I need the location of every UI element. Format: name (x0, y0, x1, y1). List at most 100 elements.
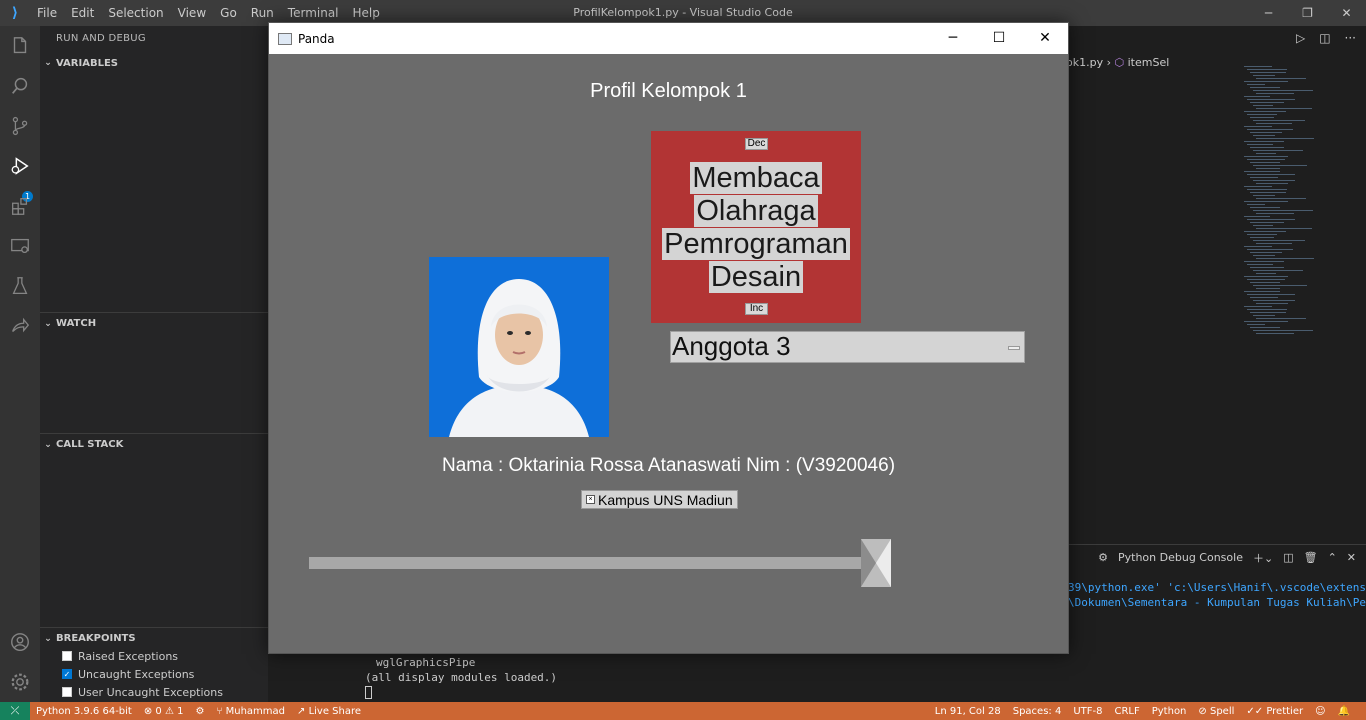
minimap-line (1250, 132, 1282, 133)
minimap-line (1256, 213, 1294, 214)
chevron-down-icon: ⌄ (44, 58, 52, 68)
breadcrumb-symbol[interactable]: itemSel (1128, 56, 1170, 69)
profile-heading: Profil Kelompok 1 (590, 80, 747, 102)
more-actions-icon[interactable]: ··· (1345, 31, 1356, 45)
option-menu-indicator (1008, 346, 1020, 350)
breakpoint-user-uncaught-exceptions[interactable]: User Uncaught Exceptions (62, 683, 223, 701)
console-label[interactable]: Python Debug Console (1118, 551, 1243, 564)
spell-check[interactable]: ⊘ Spell (1192, 706, 1240, 717)
checkbox[interactable] (62, 651, 72, 661)
breakpoint-uncaught-exceptions[interactable]: ✓ Uncaught Exceptions (62, 665, 194, 683)
minimize-icon[interactable]: ─ (930, 23, 976, 54)
minimap-line (1244, 276, 1288, 277)
breakpoint-raised-exceptions[interactable]: Raised Exceptions (62, 647, 178, 665)
maximize-icon[interactable]: ☐ (976, 23, 1022, 54)
status-bar: ⤫ Python 3.9.6 64-bit ⊗ 0 ⚠ 1 ⚙ ⑂ Muhamm… (0, 702, 1366, 720)
terminal-line: (all display modules loaded.) (365, 671, 558, 684)
terminal-line: \Dokumen\Sementara - Kumpulan Tugas Kuli… (1068, 596, 1366, 609)
inc-button[interactable]: Inc (745, 303, 768, 315)
split-editor-icon[interactable]: ◫ (1319, 31, 1330, 45)
run-debug-icon[interactable] (8, 154, 32, 178)
call-stack-section[interactable]: ⌄ CALL STACK (40, 433, 268, 455)
menu-file[interactable]: File (30, 0, 64, 26)
minimize-icon[interactable]: ─ (1249, 0, 1288, 26)
menu-selection[interactable]: Selection (101, 0, 170, 26)
add-terminal-icon[interactable]: ＋⌄ (1253, 550, 1273, 566)
section-label: VARIABLES (56, 57, 118, 69)
breadcrumb-file[interactable]: ok1.py (1066, 56, 1103, 69)
minimap-line (1256, 273, 1276, 274)
breadcrumb: ok1.py › ⬡ itemSel (1066, 56, 1169, 69)
checkbox[interactable] (62, 687, 72, 697)
remote-explorer-icon[interactable] (8, 234, 32, 258)
prettier[interactable]: ✓✓ Prettier (1240, 706, 1309, 717)
minimap-line (1247, 294, 1295, 295)
panda-title: Panda (298, 31, 335, 46)
minimap-line (1253, 135, 1275, 136)
variables-section[interactable]: ⌄ VARIABLES (40, 52, 268, 74)
watch-section[interactable]: ⌄ WATCH (40, 312, 268, 334)
problems-indicator[interactable]: ⊗ 0 ⚠ 1 (138, 706, 190, 717)
split-terminal-icon[interactable]: ◫ (1283, 551, 1293, 564)
trash-icon[interactable]: 🗑 (1304, 551, 1318, 564)
user-account[interactable]: ⑂ Muhammad (210, 706, 291, 717)
minimap[interactable] (1240, 66, 1352, 346)
user-name: Muhammad (225, 705, 286, 717)
encoding[interactable]: UTF-8 (1067, 706, 1108, 717)
live-share-icon: ↗ (297, 705, 309, 717)
minimap-line (1250, 117, 1274, 118)
breakpoint-label: Raised Exceptions (78, 649, 179, 663)
menu-go[interactable]: Go (213, 0, 244, 26)
extensions-icon[interactable] (8, 194, 32, 218)
minimap-line (1247, 249, 1293, 250)
restore-icon[interactable]: ❐ (1288, 0, 1327, 26)
minimap-line (1256, 288, 1280, 289)
member-option-menu[interactable]: Anggota 3 (670, 331, 1025, 363)
chevron-up-icon[interactable]: ⌃ (1328, 551, 1337, 564)
indentation[interactable]: Spaces: 4 (1007, 706, 1068, 717)
menu-edit[interactable]: Edit (64, 0, 101, 26)
remote-icon[interactable]: ⤫ (0, 702, 30, 720)
breakpoints-section[interactable]: ⌄ BREAKPOINTS (40, 627, 268, 649)
minimap-line (1253, 240, 1305, 241)
checkbox-checked[interactable]: ✓ (62, 669, 72, 679)
chevron-down-icon: ⌄ (44, 439, 52, 450)
testing-icon[interactable] (8, 274, 32, 298)
minimap-line (1256, 303, 1288, 304)
minimap-line (1244, 156, 1288, 157)
minimap-line (1247, 129, 1293, 130)
search-icon[interactable] (8, 74, 32, 98)
window-controls: ─ ❐ ✕ (1249, 0, 1366, 26)
language-mode[interactable]: Python (1146, 706, 1193, 717)
debug-icon[interactable]: ⚙ (189, 706, 210, 717)
feedback-icon[interactable]: ☺ (1309, 706, 1331, 717)
minimap-line (1256, 93, 1294, 94)
end-of-line[interactable]: CRLF (1108, 706, 1145, 717)
campus-check-button[interactable]: × Kampus UNS Madiun (581, 490, 738, 509)
minimap-line (1244, 96, 1270, 97)
symbol-icon: ⬡ (1114, 56, 1125, 69)
slider-track[interactable] (309, 557, 880, 569)
menu-view[interactable]: View (171, 0, 213, 26)
dec-button[interactable]: Dec (745, 138, 768, 150)
bell-icon[interactable]: 🔔 (1332, 706, 1356, 717)
live-share-button[interactable]: ↗ Live Share (291, 706, 367, 717)
live-share-icon[interactable] (8, 314, 32, 338)
close-icon[interactable]: ✕ (1347, 551, 1356, 564)
account-icon[interactable] (8, 630, 32, 654)
close-icon[interactable]: ✕ (1022, 23, 1068, 54)
close-icon[interactable]: ✕ (1327, 0, 1366, 26)
minimap-line (1244, 321, 1288, 322)
cursor-position[interactable]: Ln 91, Col 28 (929, 706, 1007, 717)
section-label: WATCH (56, 318, 97, 329)
minimap-line (1256, 198, 1306, 199)
source-control-icon[interactable] (8, 114, 32, 138)
python-interpreter[interactable]: Python 3.9.6 64-bit (30, 706, 138, 717)
minimap-line (1247, 159, 1285, 160)
panda-window: Panda ─ ☐ ✕ Profil Kelompok 1 Dec Membac… (268, 22, 1069, 654)
run-icon[interactable]: ▷ (1296, 31, 1305, 45)
explorer-icon[interactable] (8, 34, 32, 58)
gear-icon[interactable]: ⚙ (1098, 551, 1108, 564)
gear-icon[interactable] (8, 670, 32, 694)
slider-thumb[interactable] (861, 539, 891, 587)
